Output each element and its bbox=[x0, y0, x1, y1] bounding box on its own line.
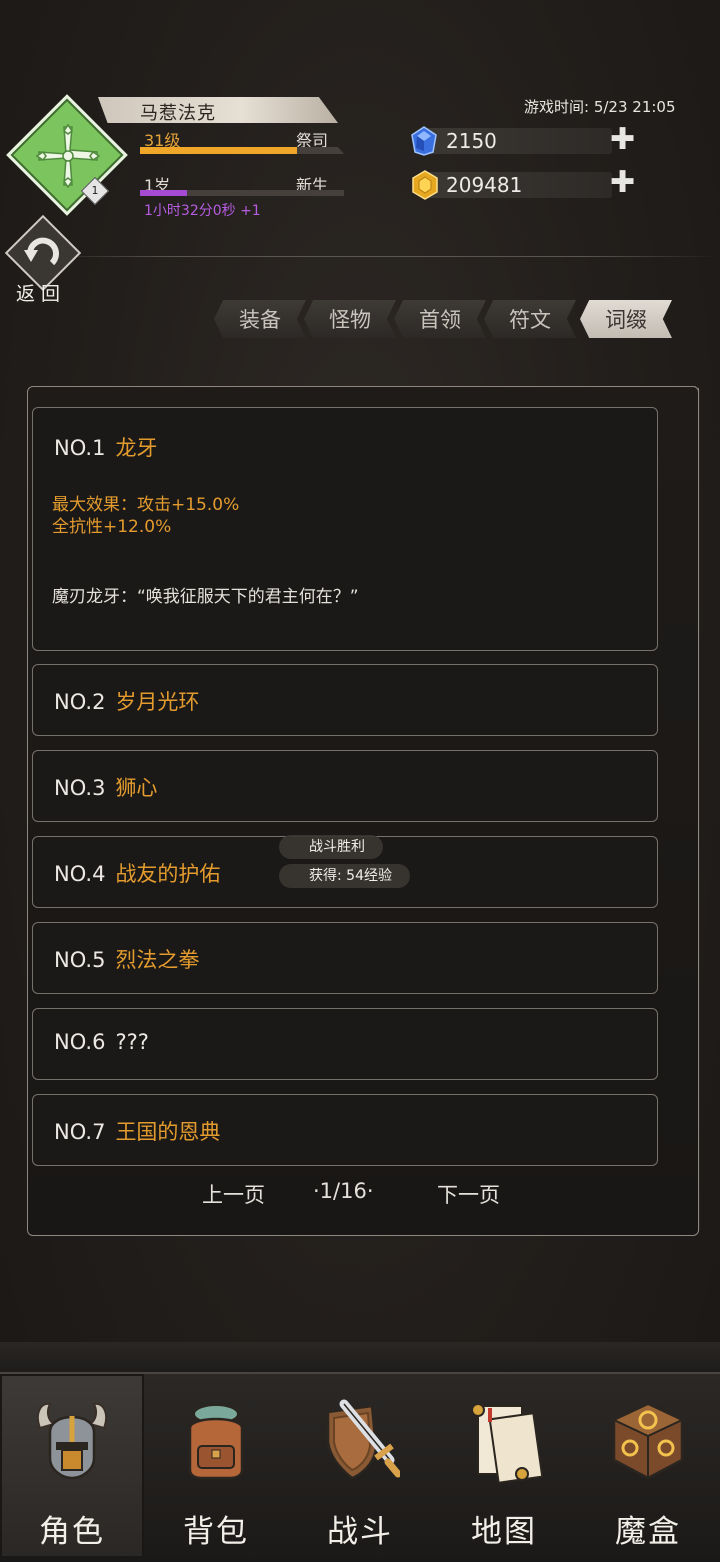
next-page-button[interactable]: 下一页 bbox=[437, 1179, 500, 1209]
toast-line: 获得: 54经验 bbox=[309, 868, 392, 884]
gem-count: 2150 bbox=[446, 129, 497, 153]
affix-entry[interactable]: NO.7 王国的恩典 bbox=[32, 1094, 658, 1166]
entry-name: 龙牙 bbox=[115, 436, 158, 460]
tab-label: 怪物 bbox=[329, 308, 371, 332]
nav-battle[interactable]: 战斗 bbox=[288, 1374, 432, 1558]
nav-label: 魔盒 bbox=[615, 1514, 681, 1550]
gold-count: 209481 bbox=[446, 173, 523, 197]
battle-result-toast: 战斗胜利 bbox=[279, 835, 383, 859]
magic-box-icon bbox=[608, 1398, 688, 1484]
entry-name: ??? bbox=[115, 1030, 149, 1054]
entry-number: NO.6 bbox=[54, 1030, 106, 1054]
gold-coin-icon bbox=[411, 170, 439, 200]
nav-top-strip bbox=[0, 1342, 720, 1372]
player-name[interactable]: 马惹法克 bbox=[140, 99, 216, 125]
affix-entry-expanded[interactable]: NO.1 龙牙 最大效果：攻击+15.0% 全抗性+12.0% bbox=[32, 407, 658, 651]
affix-entry[interactable]: NO.6 ??? bbox=[32, 1008, 658, 1080]
entry-number: NO.1 bbox=[54, 436, 106, 460]
entry-name: 烈法之拳 bbox=[115, 948, 200, 972]
entry-number: NO.5 bbox=[54, 948, 106, 972]
entry-title: NO.6 ??? bbox=[54, 1030, 149, 1054]
affix-entry[interactable]: NO.5 烈法之拳 bbox=[32, 922, 658, 994]
name-plate bbox=[98, 97, 338, 123]
tab-bosses[interactable]: 首领 bbox=[394, 300, 486, 338]
toast-line: 战斗胜利 bbox=[309, 839, 365, 855]
tab-label: 词缀 bbox=[605, 308, 647, 332]
page-indicator: ·1/16· bbox=[313, 1179, 374, 1203]
playtime-counter: 1小时32分0秒 +1 bbox=[144, 203, 261, 219]
add-gems-button[interactable]: ✚ bbox=[610, 125, 635, 155]
entry-title: NO.4 战友的护佑 bbox=[54, 858, 220, 888]
gem-icon bbox=[411, 126, 437, 156]
battle-reward-toast: 获得: 54经验 bbox=[279, 864, 410, 888]
entry-name: 狮心 bbox=[115, 776, 158, 800]
affix-entry[interactable]: NO.2 岁月光环 bbox=[32, 664, 658, 736]
entry-number: NO.2 bbox=[54, 690, 106, 714]
age-bar-fill bbox=[140, 190, 187, 196]
nav-backpack[interactable]: 背包 bbox=[144, 1374, 288, 1558]
entry-title: NO.2 岁月光环 bbox=[54, 686, 199, 716]
header-divider bbox=[40, 256, 720, 257]
entry-number: NO.3 bbox=[54, 776, 106, 800]
entry-title: NO.1 龙牙 bbox=[54, 432, 157, 462]
helmet-icon bbox=[32, 1398, 112, 1484]
entry-title: NO.7 王国的恩典 bbox=[54, 1116, 220, 1146]
scroll-map-icon bbox=[464, 1398, 544, 1484]
nav-label: 战斗 bbox=[327, 1514, 393, 1550]
tab-monsters[interactable]: 怪物 bbox=[304, 300, 396, 338]
backpack-icon bbox=[176, 1398, 256, 1484]
tab-runes[interactable]: 符文 bbox=[484, 300, 576, 338]
nav-magic-box[interactable]: 魔盒 bbox=[576, 1374, 720, 1558]
tab-equipment[interactable]: 装备 bbox=[214, 300, 306, 338]
tab-label: 装备 bbox=[239, 308, 281, 332]
sword-shield-icon bbox=[320, 1398, 402, 1484]
nav-label: 地图 bbox=[471, 1514, 537, 1550]
entry-name: 王国的恩典 bbox=[115, 1120, 221, 1144]
tab-affixes[interactable]: 词缀 bbox=[580, 300, 672, 338]
tab-label: 符文 bbox=[509, 308, 551, 332]
entry-title: NO.3 狮心 bbox=[54, 772, 157, 802]
emblem-badge-number: 1 bbox=[91, 184, 99, 197]
affix-entry[interactable]: NO.3 狮心 bbox=[32, 750, 658, 822]
entry-title: NO.5 烈法之拳 bbox=[54, 944, 199, 974]
exp-bar-fill bbox=[140, 147, 297, 154]
nav-map[interactable]: 地图 bbox=[432, 1374, 576, 1558]
entry-name: 岁月光环 bbox=[115, 690, 200, 714]
prev-page-button[interactable]: 上一页 bbox=[202, 1179, 265, 1209]
tab-label: 首领 bbox=[419, 308, 461, 332]
entry-name: 战友的护佑 bbox=[115, 862, 221, 886]
back-label: 返回 bbox=[16, 283, 67, 305]
entry-quote: 魔刃龙牙：“唤我征服天下的君主何在？” bbox=[52, 587, 359, 607]
game-time: 游戏时间: 5/23 21:05 bbox=[524, 98, 676, 116]
nav-label: 背包 bbox=[183, 1514, 249, 1550]
nav-label: 角色 bbox=[39, 1514, 105, 1550]
entry-number: NO.4 bbox=[54, 862, 106, 886]
entry-effect-line: 全抗性+12.0% bbox=[52, 517, 172, 537]
add-gold-button[interactable]: ✚ bbox=[610, 168, 635, 198]
nav-character[interactable]: 角色 bbox=[0, 1374, 144, 1558]
back-arrow-icon bbox=[22, 232, 64, 272]
entry-number: NO.7 bbox=[54, 1120, 106, 1144]
